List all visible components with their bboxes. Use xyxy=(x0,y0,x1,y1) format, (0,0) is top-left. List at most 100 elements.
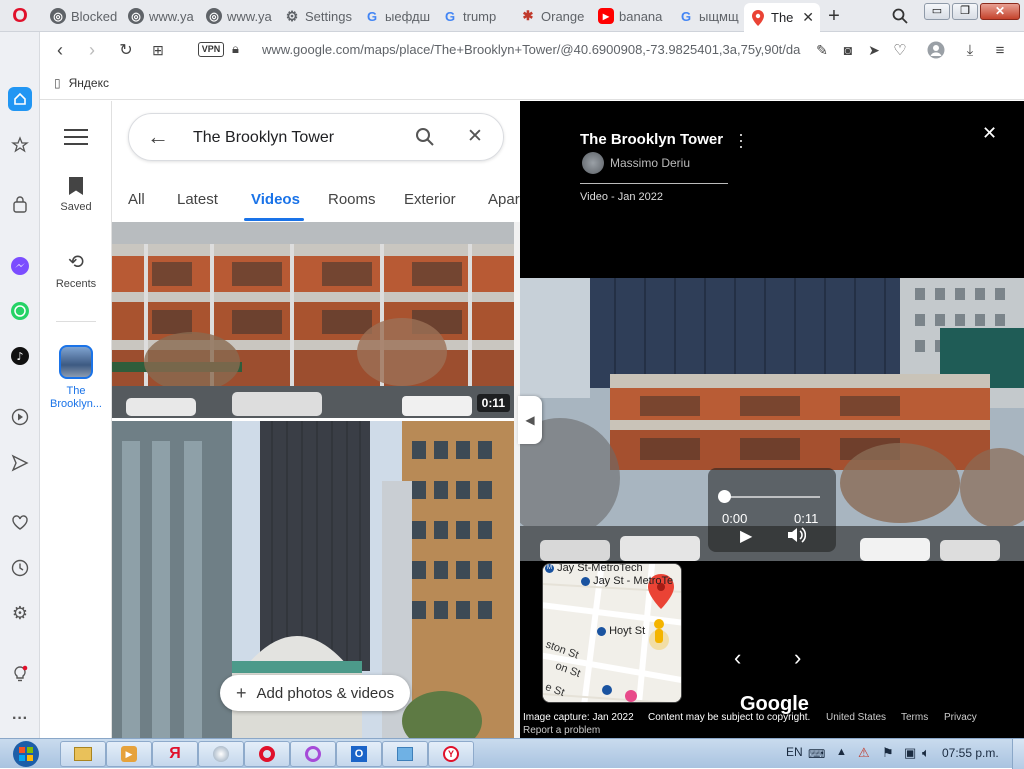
lightbulb-icon[interactable] xyxy=(8,662,32,686)
rail-saved[interactable]: Saved xyxy=(40,177,112,213)
mini-map[interactable]: M Jay St-MetroTech Jay St - MetroTe Hoyt… xyxy=(542,563,682,703)
tab-orange[interactable]: ✱ Orange xyxy=(514,2,590,30)
video-frame[interactable]: 0:00 0:11 ▶ xyxy=(520,278,1024,561)
seek-bar[interactable] xyxy=(724,496,820,498)
tab-label: The xyxy=(771,10,794,25)
clock[interactable]: 07:55 p.m. xyxy=(942,746,999,760)
bookmark-heart-icon[interactable]: ♡ xyxy=(888,38,912,62)
search-icon[interactable] xyxy=(415,127,435,152)
volume-tray-icon[interactable]: 🔈︎ xyxy=(922,745,930,761)
minimize-button[interactable]: ▭ xyxy=(924,3,950,20)
search-box[interactable]: ← The Brooklyn Tower ✕ xyxy=(128,113,504,161)
restore-button[interactable]: ❐ xyxy=(952,3,978,20)
paint-icon[interactable] xyxy=(382,741,428,767)
photo-thumbnail[interactable]: + Add photos & videos xyxy=(112,421,514,738)
tab-ya-2[interactable]: ◎ www.ya xyxy=(200,2,276,30)
url-field[interactable]: www.google.com/maps/place/The+Brooklyn+T… xyxy=(262,42,802,57)
collapse-panel-button[interactable]: ◀ xyxy=(518,396,542,444)
network-warning-icon[interactable]: ⚠ xyxy=(858,745,870,761)
clear-icon[interactable]: ✕ xyxy=(467,125,483,148)
tab-overview-icon[interactable]: ⊞ xyxy=(146,38,170,62)
reload-icon[interactable]: ↻ xyxy=(114,38,138,62)
start-button[interactable] xyxy=(6,739,46,769)
globe-icon[interactable] xyxy=(198,741,244,767)
send-icon[interactable] xyxy=(8,451,32,475)
tiktok-icon[interactable]: ♪ xyxy=(8,344,32,368)
easy-setup-icon[interactable]: ≡ xyxy=(988,38,1012,62)
profile-icon[interactable] xyxy=(924,38,948,62)
keyboard-icon[interactable]: ⌨ xyxy=(808,747,825,761)
close-tab-icon[interactable]: ✕ xyxy=(802,9,814,26)
explorer-icon[interactable] xyxy=(60,741,106,767)
rail-recents[interactable]: ⟲ Recents xyxy=(40,251,112,290)
volume-icon[interactable] xyxy=(786,526,807,549)
tab-google-2[interactable]: G trump xyxy=(436,2,512,30)
more-options-icon[interactable]: · · · xyxy=(738,125,744,155)
search-input[interactable]: The Brooklyn Tower xyxy=(193,129,334,147)
video-thumbnail[interactable]: 0:11 xyxy=(112,222,514,418)
opera-gx-icon[interactable] xyxy=(290,741,336,767)
search-tabs-icon[interactable] xyxy=(888,4,912,28)
history-icon[interactable] xyxy=(8,556,32,580)
tab-latest[interactable]: Latest xyxy=(177,191,218,208)
yandex-icon[interactable]: Я xyxy=(152,741,198,767)
star-icon[interactable] xyxy=(8,133,32,157)
seek-handle[interactable] xyxy=(718,490,731,503)
opera-icon[interactable] xyxy=(244,741,290,767)
download-icon[interactable]: ⤓ xyxy=(958,38,982,62)
tab-blocked[interactable]: ◎ Blocked xyxy=(44,2,120,30)
new-tab-icon[interactable]: + xyxy=(822,4,846,28)
close-window-button[interactable]: ✕ xyxy=(980,3,1020,20)
shopping-bag-icon[interactable] xyxy=(8,193,32,217)
media-player-icon[interactable]: ▶ xyxy=(106,741,152,767)
bookmark-yandex[interactable]: ▯ Яндекс xyxy=(54,76,109,90)
report-problem-link[interactable]: Report a problem xyxy=(523,725,600,736)
language-indicator[interactable]: EN xyxy=(786,745,803,759)
tab-videos[interactable]: Videos xyxy=(251,191,300,208)
player-icon[interactable] xyxy=(8,405,32,429)
more-icon[interactable]: ··· xyxy=(8,707,32,731)
back-arrow-icon[interactable]: ← xyxy=(147,124,169,150)
vpn-badge[interactable]: VPN xyxy=(198,42,224,57)
tab-ya-1[interactable]: ◎ www.ya xyxy=(122,2,198,30)
yandex-browser-icon[interactable]: Y xyxy=(428,741,474,767)
back-icon[interactable]: ‹ xyxy=(48,38,72,62)
opera-menu-icon[interactable]: O xyxy=(8,4,32,28)
forward-icon[interactable]: › xyxy=(80,38,104,62)
show-hidden-icons[interactable]: ▲ xyxy=(836,746,847,758)
privacy-link[interactable]: Privacy xyxy=(944,712,977,723)
previous-icon[interactable]: ‹ xyxy=(734,645,741,671)
region-link[interactable]: United States xyxy=(826,712,886,723)
display-icon[interactable]: ▣ xyxy=(904,745,916,761)
author-row[interactable]: Massimo Deriu xyxy=(582,152,690,174)
tab-rooms[interactable]: Rooms xyxy=(328,191,376,208)
tab-all[interactable]: All xyxy=(128,191,145,208)
settings-gear-icon[interactable]: ⚙ xyxy=(8,601,32,625)
action-center-icon[interactable]: ⚑ xyxy=(882,745,894,761)
tab-maps-active[interactable]: The ✕ xyxy=(744,3,820,32)
show-desktop-button[interactable] xyxy=(1012,739,1024,769)
rail-place[interactable]: The Brooklyn... xyxy=(40,345,112,411)
heart-icon[interactable] xyxy=(8,511,32,535)
tab-exterior[interactable]: Exterior xyxy=(404,191,456,208)
play-icon[interactable]: ▶ xyxy=(740,526,752,546)
tab-google-1[interactable]: G ыефдш xyxy=(358,2,434,30)
close-viewer-icon[interactable]: ✕ xyxy=(982,123,997,144)
share-icon[interactable]: ➤ xyxy=(862,38,886,62)
terms-link[interactable]: Terms xyxy=(901,712,928,723)
add-photos-button[interactable]: + Add photos & videos xyxy=(220,675,411,711)
tab-apartments[interactable]: Apar xyxy=(488,191,520,208)
lock-icon[interactable]: 🔒︎ xyxy=(232,41,239,57)
camera-icon[interactable]: ◙ xyxy=(836,38,860,62)
tab-label: www.ya xyxy=(149,8,194,24)
home-icon[interactable] xyxy=(8,87,32,111)
tab-settings[interactable]: ⚙ Settings xyxy=(278,2,356,30)
outlook-icon[interactable]: O xyxy=(336,741,382,767)
whatsapp-icon[interactable] xyxy=(8,299,32,323)
menu-icon[interactable] xyxy=(64,127,88,145)
tab-banana[interactable]: ▶ banana xyxy=(592,2,670,30)
next-icon[interactable]: › xyxy=(794,645,801,671)
tab-google-3[interactable]: G ыщмщ xyxy=(672,2,742,30)
edit-icon[interactable]: ✎ xyxy=(810,38,834,62)
messenger-icon[interactable] xyxy=(8,254,32,278)
